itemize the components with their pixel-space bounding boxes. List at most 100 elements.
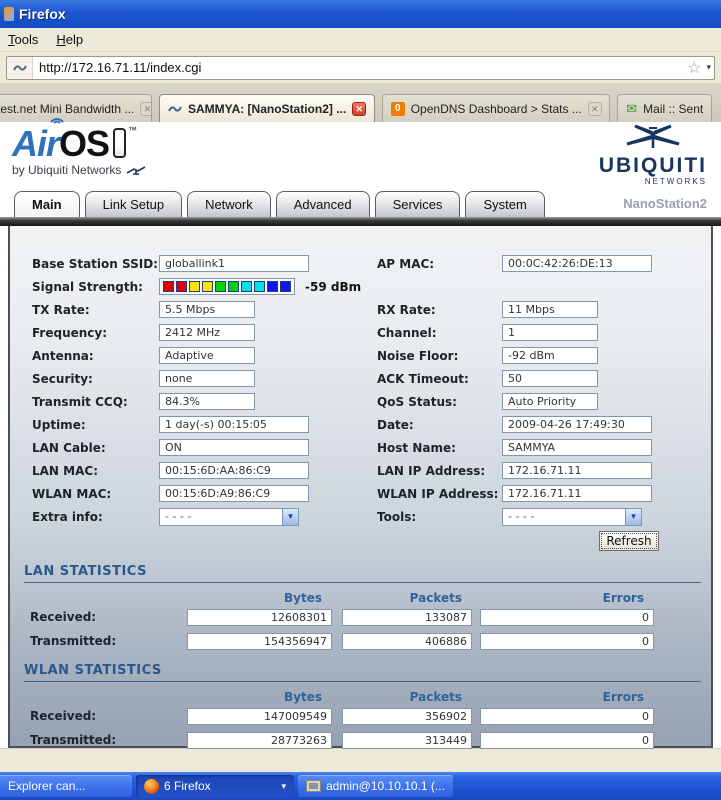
signal-bar (267, 281, 278, 292)
field-ack-timeout: ACK Timeout: 50 (362, 370, 711, 387)
taskbar-button-label: 6 Firefox (164, 779, 211, 793)
date-label: Date: (377, 417, 414, 432)
menu-bar: Tools Help (0, 28, 721, 52)
signal-strength-meter (159, 278, 295, 295)
url-input[interactable]: http://172.16.71.11/index.cgi (33, 60, 683, 75)
bookmark-star-icon[interactable]: ☆ (683, 58, 705, 78)
taskbar: Explorer can... 6 Firefox ▾ admin@10.10.10.… (0, 772, 721, 800)
stats-header-row: Bytes Packets Errors (10, 686, 711, 704)
browser-tab-label: test.net Mini Bandwidth ... (0, 101, 135, 116)
field-date: Date: 2009-04-26 17:49:30 (362, 416, 711, 433)
tx-rate-value: 5.5 Mbps (159, 301, 255, 318)
transmitted-label: Transmitted: (30, 733, 117, 747)
firefox-app-icon (4, 7, 14, 21)
field-extra-info: Extra info: - - - - ▾ (10, 507, 362, 526)
form-row: Signal Strength: -59 dBm (10, 275, 711, 298)
url-toolbar: http://172.16.71.11/index.cgi ☆ ▾ (0, 52, 721, 84)
taskbar-button-6-firefox[interactable]: 6 Firefox ▾ (136, 775, 294, 797)
stats-header-row: Bytes Packets Errors (10, 587, 711, 605)
host-name-label: Host Name: (377, 440, 456, 455)
field-tools: Tools: - - - - ▾ (362, 507, 711, 526)
chevron-down-icon[interactable]: ▾ (625, 508, 641, 525)
select-value: - - - - (508, 510, 535, 523)
close-icon[interactable]: ✕ (587, 101, 602, 116)
menu-item-help[interactable]: Help (56, 32, 83, 47)
field-tx-rate: TX Rate: 5.5 Mbps (10, 301, 362, 318)
base-station-ssid-label: Base Station SSID: (32, 256, 158, 271)
column-header-bytes: Bytes (284, 591, 322, 605)
security-value: none (159, 370, 255, 387)
field-transmit-ccq: Transmit CCQ: 84.3% (10, 393, 362, 410)
page-header: Air OS ™ by Ubiquiti Networks UBIQUITI N… (0, 118, 721, 190)
host-name-value: SAMMYA (502, 439, 652, 456)
nav-divider-bar (0, 217, 721, 226)
form-row: TX Rate: 5.5 Mbps RX Rate: 11 Mbps (10, 298, 711, 321)
frequency-value: 2412 MHz (159, 324, 255, 341)
firefox-icon (144, 778, 159, 794)
lan-ip-address-value: 172.16.71.11 (502, 462, 652, 479)
ack-timeout-label: ACK Timeout: (377, 371, 469, 386)
ack-timeout-value: 50 (502, 370, 598, 387)
section-title-wlan-statistics: WLAN STATISTICS (24, 663, 701, 682)
refresh-button[interactable]: Refresh (599, 531, 659, 551)
browser-tab-mail-sent[interactable]: ✉ Mail :: Sent (617, 94, 712, 122)
tab-network[interactable]: Network (187, 191, 271, 217)
refresh-row: Refresh (10, 528, 711, 554)
tab-advanced[interactable]: Advanced (275, 191, 370, 217)
wlan-statistics-received-errors: 0 (480, 707, 654, 725)
taskbar-button-label: admin@10.10.10.1 (... (326, 779, 445, 793)
noise-floor-value: -92 dBm (502, 347, 598, 364)
browser-tab-opendns-dashboard-stats[interactable]: 0 OpenDNS Dashboard > Stats ... ✕ (381, 94, 611, 122)
tab-system[interactable]: System (465, 191, 545, 217)
column-header-bytes: Bytes (284, 690, 322, 704)
qos-status-value: Auto Priority (502, 393, 598, 410)
browser-tab-sammya-nanostation2[interactable]: SAMMYA: [NanoStation2] ... ✕ (159, 94, 375, 122)
browser-tab-test-net-mini-bandwidth[interactable]: test.net Mini Bandwidth ... ✕ (0, 94, 152, 122)
close-icon[interactable]: ✕ (140, 101, 151, 116)
tools-select[interactable]: - - - - ▾ (502, 507, 642, 526)
field-signal-strength: Signal Strength: -59 dBm (10, 278, 362, 295)
status-strip (0, 748, 721, 772)
section-title-lan-statistics: LAN STATISTICS (24, 564, 701, 583)
taskbar-button-admin-10-10-10-1[interactable]: admin@10.10.10.1 (... (298, 775, 453, 797)
browser-tab-label: Mail :: Sent (643, 101, 704, 116)
url-dropdown-icon[interactable]: ▾ (705, 62, 714, 73)
browser-tab-strip: test.net Mini Bandwidth ... ✕ SAMMYA: [Nan… (0, 84, 721, 122)
extra-info-select[interactable]: - - - - ▾ (159, 507, 299, 526)
antenna-label: Antenna: (32, 348, 94, 363)
lan-ip-address-label: LAN IP Address: (377, 463, 486, 478)
uptime-value: 1 day(-s) 00:15:05 (159, 416, 309, 433)
tab-link-setup[interactable]: Link Setup (84, 191, 183, 217)
chevron-down-icon[interactable]: ▾ (282, 508, 298, 525)
field-lan-cable: LAN Cable: ON (10, 439, 362, 456)
close-icon[interactable]: ✕ (352, 101, 367, 116)
frequency-label: Frequency: (32, 325, 108, 340)
site-favicon-icon (7, 56, 33, 79)
rx-rate-value: 11 Mbps (502, 301, 598, 318)
ubiquiti-networks-text: NETWORKS (644, 177, 707, 186)
lan-cable-value: ON (159, 439, 309, 456)
lan-mac-label: LAN MAC: (32, 463, 98, 478)
lan-mac-value: 00:15:6D:AA:86:C9 (159, 462, 309, 479)
airos-logo: Air OS ™ by Ubiquiti Networks (12, 118, 147, 177)
tab-services[interactable]: Services (374, 191, 461, 217)
url-field[interactable]: http://172.16.71.11/index.cgi ☆ ▾ (6, 55, 715, 80)
column-header-errors: Errors (602, 690, 644, 704)
security-label: Security: (32, 371, 93, 386)
taskbar-button-explorer-can[interactable]: Explorer can... (0, 775, 132, 797)
field-wlan-mac: WLAN MAC: 00:15:6D:A9:86:C9 (10, 485, 362, 502)
small-antenna-icon (126, 166, 146, 175)
lan-cable-label: LAN Cable: (32, 440, 106, 455)
airos-byline: by Ubiquiti Networks (12, 163, 122, 177)
transmit-ccq-label: Transmit CCQ: (32, 394, 128, 409)
wlan-statistics-transmitted-bytes: 28773263 (187, 731, 332, 749)
taskbar-group-arrow-icon[interactable]: ▾ (281, 781, 286, 792)
field-lan-mac: LAN MAC: 00:15:6D:AA:86:C9 (10, 462, 362, 479)
table-row: Received: 147009549 356902 0 (10, 704, 711, 728)
lan-statistics-received-errors: 0 (480, 608, 654, 626)
browser-tab-label: OpenDNS Dashboard > Stats ... (410, 101, 582, 116)
form-row: Antenna: Adaptive Noise Floor: -92 dBm (10, 344, 711, 367)
menu-item-tools[interactable]: Tools (8, 32, 38, 47)
lan-statistics-transmitted-packets: 406886 (342, 632, 472, 650)
tab-main[interactable]: Main (14, 191, 80, 217)
